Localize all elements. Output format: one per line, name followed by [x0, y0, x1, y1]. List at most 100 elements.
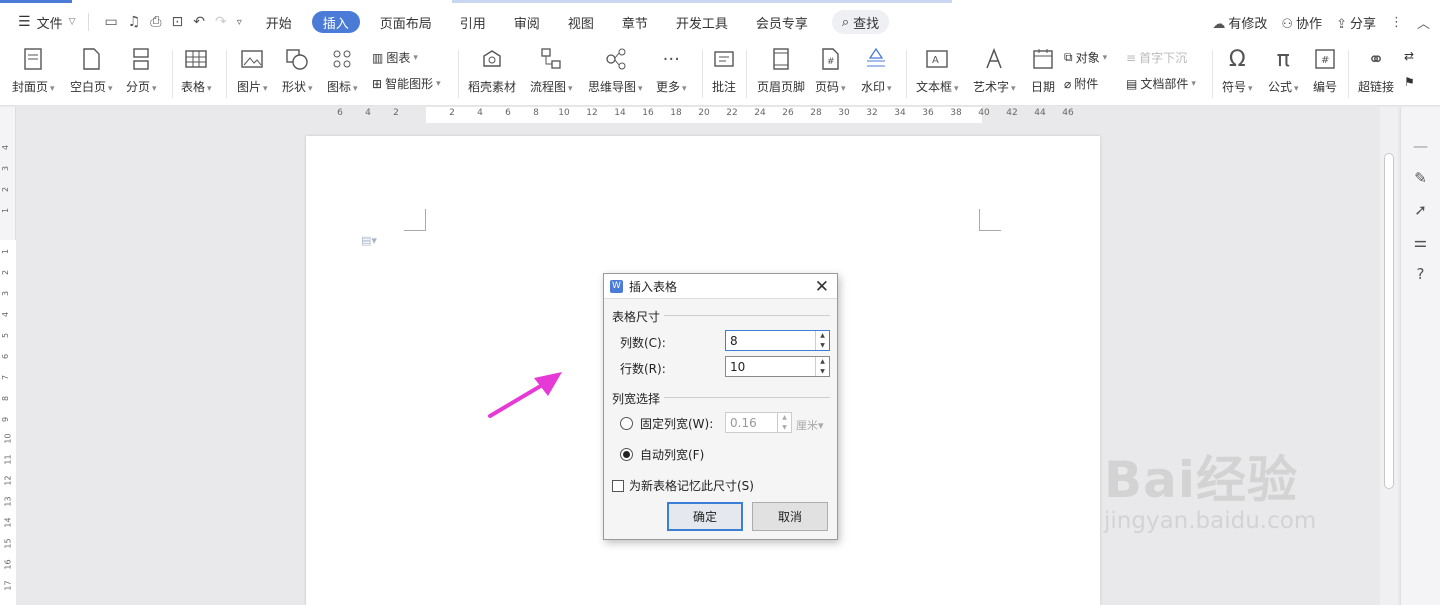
- tab-page-layout[interactable]: 页面布局: [366, 9, 446, 35]
- tab-section[interactable]: 章节: [608, 9, 662, 35]
- scrollbar-thumb[interactable]: [1384, 153, 1394, 489]
- help-icon[interactable]: ?: [1417, 265, 1425, 283]
- flowchart-button[interactable]: 流程图 ▾: [530, 46, 573, 95]
- tab-developer[interactable]: 开发工具: [662, 9, 742, 35]
- print-icon[interactable]: ⎙: [150, 14, 161, 30]
- user-icon: ⚇: [1281, 16, 1294, 32]
- rows-value[interactable]: 10: [726, 360, 815, 374]
- dropdown-arrow-icon: ▾: [263, 84, 268, 94]
- ruler-tick: 28: [810, 108, 822, 118]
- sliders-icon[interactable]: ⚌: [1414, 233, 1427, 251]
- chart-button[interactable]: ▥ 图表 ▾: [372, 49, 418, 66]
- pen-icon[interactable]: ✎: [1414, 169, 1427, 187]
- symbol-button[interactable]: Ω 符号 ▾: [1222, 46, 1253, 95]
- auto-width-radio[interactable]: 自动列宽(F): [620, 446, 704, 463]
- dropdown-arrow-icon: ▾: [1191, 78, 1196, 89]
- tab-review[interactable]: 审阅: [500, 9, 554, 35]
- collab-label: 协作: [1296, 16, 1323, 32]
- docpart-button[interactable]: ▤ 文档部件 ▾: [1126, 75, 1196, 92]
- changes-button[interactable]: ☁ 有修改: [1212, 13, 1267, 32]
- docer-button[interactable]: 稻壳素材: [468, 46, 516, 95]
- tab-home[interactable]: 开始: [252, 9, 306, 35]
- checkbox-box[interactable]: [612, 479, 624, 492]
- print-preview-icon[interactable]: ⊡: [172, 14, 184, 30]
- tab-insert[interactable]: 插入: [311, 11, 360, 33]
- table-button[interactable]: 表格 ▾: [181, 46, 212, 95]
- active-doc-indicator: [0, 0, 72, 3]
- spin-up-icon[interactable]: ▲: [820, 332, 825, 339]
- attachment-button[interactable]: ⌀ 附件: [1064, 75, 1098, 92]
- page-number-button[interactable]: # 页码 ▾: [815, 46, 846, 95]
- cols-stepper[interactable]: 8 ▲ ▼: [725, 330, 830, 351]
- ruler-tick: 17: [3, 580, 13, 591]
- document-menu-icon[interactable]: ▤▾: [361, 234, 377, 247]
- ruler-tick: 2: [393, 108, 399, 118]
- mindmap-button[interactable]: 思维导图 ▾: [588, 46, 643, 95]
- crossref-button[interactable]: ⇄: [1404, 49, 1414, 63]
- date-button[interactable]: 日期: [1030, 46, 1056, 95]
- close-icon[interactable]: ✕: [815, 277, 829, 297]
- icon-library-button[interactable]: 图标 ▾: [327, 46, 358, 95]
- cancel-button[interactable]: 取消: [752, 502, 828, 531]
- header-footer-button[interactable]: 页眉页脚: [757, 46, 805, 95]
- cover-page-button[interactable]: 封面页 ▾: [12, 46, 55, 95]
- blank-page-button[interactable]: 空白页 ▾: [70, 46, 113, 95]
- picture-button[interactable]: 图片 ▾: [237, 46, 268, 95]
- collapse-ribbon-icon[interactable]: ︿: [1417, 13, 1430, 32]
- dialog-title-bar[interactable]: W 插入表格: [604, 274, 837, 299]
- search-input[interactable]: ⌕ 查找: [831, 10, 890, 34]
- numbering-button[interactable]: # 编号: [1312, 46, 1338, 95]
- spin-down-icon[interactable]: ▼: [820, 342, 825, 349]
- search-label: 查找: [853, 16, 880, 32]
- divider: [172, 50, 173, 98]
- comment-icon: [711, 46, 737, 72]
- wordart-button[interactable]: 艺术字 ▾: [973, 46, 1016, 95]
- formula-label: 公式: [1268, 80, 1293, 94]
- dropdown-arrow-icon: ▾: [682, 84, 687, 94]
- remember-size-checkbox[interactable]: 为新表格记忆此尺寸(S): [612, 477, 754, 494]
- undo-icon[interactable]: ↶: [193, 14, 205, 30]
- tab-membership[interactable]: 会员专享: [742, 9, 822, 35]
- collab-button[interactable]: ⚇ 协作: [1281, 13, 1322, 32]
- more-button[interactable]: ··· 更多 ▾: [656, 46, 687, 95]
- radio-circle[interactable]: [620, 417, 633, 430]
- shape-button[interactable]: 形状 ▾: [282, 46, 313, 95]
- bookmark-button[interactable]: ⚑: [1404, 75, 1415, 89]
- dropdown-arrow-icon: ▾: [308, 84, 313, 94]
- menu-bar: ☰ 文件 ▽ ▭ ♫ ⎙ ⊡ ↶ ↷ ▿ 开始 插入 页面布局 引用 审阅 视图…: [0, 0, 1440, 44]
- ruler-tick: 13: [3, 496, 13, 507]
- radio-circle-selected[interactable]: [620, 448, 633, 461]
- watermark-icon: [863, 46, 889, 72]
- smartart-button[interactable]: ⊞ 智能图形 ▾: [372, 75, 441, 92]
- more-options-icon[interactable]: ⋮: [1390, 15, 1403, 30]
- tab-view[interactable]: 视图: [554, 9, 608, 35]
- ruler-tick: 3: [1, 290, 11, 297]
- object-button[interactable]: ⧉ 对象 ▾: [1064, 49, 1107, 66]
- textbox-button[interactable]: A 文本框 ▾: [916, 46, 959, 95]
- minus-icon[interactable]: —: [1413, 137, 1428, 155]
- ruler-tick: 7: [1, 374, 11, 381]
- file-menu[interactable]: ☰ 文件 ▽: [12, 9, 82, 35]
- flowchart-label: 流程图: [530, 80, 567, 94]
- fixed-width-radio[interactable]: 固定列宽(W):: [620, 415, 713, 432]
- vertical-scrollbar[interactable]: [1380, 107, 1398, 605]
- format-painter-icon[interactable]: ♫: [128, 14, 141, 30]
- save-icon[interactable]: ▭: [105, 14, 118, 30]
- dropcap-button[interactable]: ≡ 首字下沉: [1126, 49, 1187, 66]
- watermark-button[interactable]: 水印 ▾: [861, 46, 892, 95]
- customize-icon[interactable]: ▿: [237, 17, 242, 28]
- watermark-brand: Bai经验: [1104, 451, 1298, 509]
- formula-button[interactable]: π 公式 ▾: [1268, 46, 1299, 95]
- page-break-button[interactable]: 分页 ▾: [126, 46, 157, 95]
- cursor-icon[interactable]: ➚: [1414, 201, 1427, 219]
- redo-icon[interactable]: ↷: [215, 14, 227, 30]
- ok-button[interactable]: 确定: [667, 502, 743, 531]
- rows-stepper[interactable]: 10 ▲ ▼: [725, 356, 830, 377]
- share-button[interactable]: ⇪ 分享: [1336, 13, 1376, 32]
- cols-value[interactable]: 8: [726, 334, 815, 348]
- spin-down-icon[interactable]: ▼: [820, 368, 825, 375]
- tab-references[interactable]: 引用: [446, 9, 500, 35]
- spin-up-icon[interactable]: ▲: [820, 358, 825, 365]
- comment-button[interactable]: 批注: [711, 46, 737, 95]
- hyperlink-button[interactable]: ⚭ 超链接: [1358, 46, 1394, 95]
